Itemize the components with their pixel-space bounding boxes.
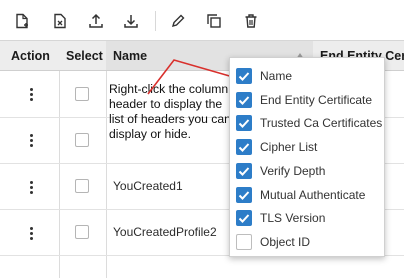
menu-item-label: Object ID — [260, 235, 311, 249]
menu-item-trusted-ca-certificates[interactable]: Trusted Ca Certificates — [236, 113, 382, 133]
menu-item-label: Cipher List — [260, 140, 318, 154]
menu-item-tls-version[interactable]: TLS Version — [236, 208, 382, 228]
column-visibility-menu: Name End Entity Certificate Trusted Ca C… — [229, 57, 385, 257]
menu-item-label: Verify Depth — [260, 164, 326, 178]
checkbox-checked-icon[interactable] — [236, 92, 252, 108]
checkbox-checked-icon[interactable] — [236, 139, 252, 155]
menu-item-verify-depth[interactable]: Verify Depth — [236, 161, 382, 181]
menu-item-mutual-authenticate[interactable]: Mutual Authenticate — [236, 185, 382, 205]
checkbox-checked-icon[interactable] — [236, 68, 252, 84]
menu-item-label: Name — [260, 69, 293, 83]
menu-item-object-id[interactable]: Object ID — [236, 232, 382, 252]
menu-item-label: Mutual Authenticate — [260, 188, 366, 202]
checkbox-checked-icon[interactable] — [236, 210, 252, 226]
menu-item-label: Trusted Ca Certificates — [260, 116, 383, 130]
checkbox-checked-icon[interactable] — [236, 115, 252, 131]
checkbox-checked-icon[interactable] — [236, 187, 252, 203]
checkbox-unchecked-icon[interactable] — [236, 234, 252, 250]
menu-item-end-entity-certificate[interactable]: End Entity Certificate — [236, 90, 382, 110]
menu-item-name[interactable]: Name — [236, 66, 382, 86]
checkbox-checked-icon[interactable] — [236, 163, 252, 179]
menu-item-label: TLS Version — [260, 211, 326, 225]
menu-item-cipher-list[interactable]: Cipher List — [236, 137, 382, 157]
menu-item-label: End Entity Certificate — [260, 93, 373, 107]
